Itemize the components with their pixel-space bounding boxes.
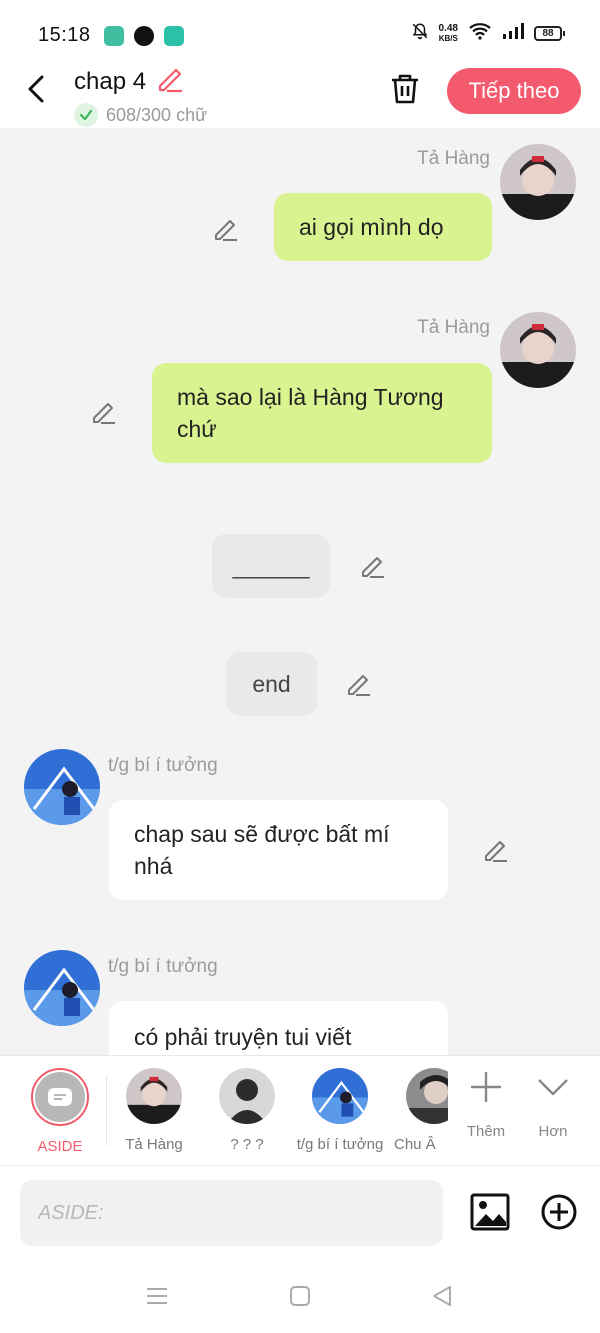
- battery-icon: 88: [534, 26, 565, 41]
- edit-message-icon[interactable]: [345, 670, 373, 698]
- edit-message-icon[interactable]: [359, 552, 387, 580]
- more-label: Hơn: [538, 1123, 568, 1140]
- narration-bubble[interactable]: ______: [212, 534, 330, 598]
- back-nav-button[interactable]: [430, 1284, 456, 1310]
- message-sender: t/g bí í tưởng: [108, 956, 218, 977]
- divider: [106, 1076, 107, 1146]
- character-name: t/g bí í tưởng: [296, 1136, 384, 1153]
- character-ta-hang[interactable]: Tả Hàng: [109, 1068, 199, 1153]
- chevron-down-icon: [538, 1079, 568, 1096]
- narration-text: ______: [232, 553, 310, 579]
- add-label: Thêm: [466, 1123, 506, 1140]
- message-text: mà sao lại là Hàng Tương chứ: [177, 384, 444, 442]
- message-sender: t/g bí í tưởng: [108, 755, 218, 776]
- network-speed: 0.48 KB/S: [438, 22, 458, 44]
- character-name: ASIDE: [37, 1138, 83, 1155]
- message-text: chap sau sẽ được bất mí nhá: [134, 821, 390, 879]
- character-name: Tả Hàng: [125, 1136, 183, 1153]
- music-app-icon: [134, 26, 154, 46]
- system-nav-bar: [0, 1260, 600, 1333]
- add-character-button[interactable]: Thêm: [456, 1070, 516, 1140]
- trash-icon: [392, 74, 418, 104]
- chat-app-icon: [164, 26, 184, 46]
- bell-off-icon: [411, 22, 429, 45]
- message-text: ai gọi mình dọ: [299, 214, 444, 240]
- message-sender: Tả Hàng: [417, 317, 490, 338]
- insert-image-button[interactable]: [470, 1192, 510, 1232]
- home-nav-button[interactable]: [288, 1284, 314, 1310]
- check-icon: [74, 103, 98, 127]
- character-avatar: [126, 1068, 182, 1124]
- next-button[interactable]: Tiếp theo: [447, 68, 581, 114]
- plus-circle-icon: [541, 1194, 577, 1230]
- character-bar: ASIDE Tả Hàng ? ? ? t/g bí í tưởng Chu Â…: [0, 1055, 600, 1165]
- narration-text: end: [252, 671, 291, 697]
- character-avatar: [219, 1068, 275, 1124]
- edit-message-icon[interactable]: [90, 398, 118, 426]
- message-text: có phải truyện tui viết: [134, 1024, 352, 1050]
- back-triangle-icon: [433, 1286, 451, 1306]
- back-button[interactable]: [20, 72, 54, 106]
- message-bubble[interactable]: có phải truyện tui viết: [109, 1001, 448, 1055]
- message-bubble[interactable]: mà sao lại là Hàng Tương chứ: [152, 363, 492, 463]
- avatar-ta-hang[interactable]: [500, 144, 576, 220]
- character-author[interactable]: t/g bí í tưởng: [295, 1068, 385, 1153]
- character-unknown[interactable]: ? ? ?: [202, 1068, 292, 1153]
- editor-header: chap 4 608/300 chữ Tiếp theo: [0, 62, 600, 128]
- aside-avatar: [31, 1068, 89, 1126]
- delete-button[interactable]: [388, 72, 422, 106]
- composer: [0, 1165, 600, 1260]
- character-avatar: [406, 1068, 448, 1124]
- message-input[interactable]: [20, 1180, 443, 1246]
- menu-icon: [147, 1288, 167, 1304]
- status-bar: 15:18 0.48 KB/S 88: [0, 0, 600, 62]
- character-avatar: [312, 1068, 368, 1124]
- narration-bubble[interactable]: end: [226, 652, 317, 716]
- word-count: 608/300 chữ: [106, 104, 208, 125]
- message-sender: Tả Hàng: [417, 148, 490, 169]
- app-notification-icon: [104, 26, 124, 46]
- status-time: 15:18: [38, 24, 91, 46]
- edit-message-icon[interactable]: [212, 215, 240, 243]
- chat-bubble-icon: [48, 1088, 72, 1106]
- add-content-button[interactable]: [540, 1193, 578, 1231]
- avatar-author[interactable]: [24, 950, 100, 1026]
- signal-icon: [502, 23, 524, 44]
- word-count-row: 608/300 chữ: [74, 103, 207, 127]
- home-square-icon: [290, 1286, 310, 1306]
- status-indicators: 0.48 KB/S 88: [411, 22, 565, 45]
- character-name: Chu Â: [394, 1136, 436, 1153]
- plus-icon: [471, 1072, 501, 1102]
- speed-unit: KB/S: [438, 33, 458, 43]
- character-name: ? ? ?: [230, 1136, 264, 1153]
- character-aside[interactable]: ASIDE: [15, 1068, 105, 1155]
- title-block: chap 4 608/300 chữ: [74, 64, 207, 127]
- chat-area[interactable]: Tả Hàng ai gọi mình dọ Tả Hàng mà sao lạ…: [0, 128, 600, 1055]
- speed-value: 0.48: [438, 22, 458, 34]
- message-bubble[interactable]: chap sau sẽ được bất mí nhá: [109, 800, 448, 900]
- character-chu-a[interactable]: Chu Â: [388, 1068, 448, 1153]
- message-bubble[interactable]: ai gọi mình dọ: [274, 193, 492, 261]
- edit-title-icon[interactable]: [155, 64, 185, 99]
- chapter-title: chap 4: [74, 67, 147, 95]
- wifi-icon: [468, 22, 492, 45]
- more-button[interactable]: Hơn: [523, 1070, 583, 1140]
- chevron-left-icon: [28, 75, 44, 103]
- edit-message-icon[interactable]: [482, 836, 510, 864]
- image-icon: [470, 1193, 510, 1231]
- avatar-author[interactable]: [24, 749, 100, 825]
- avatar-ta-hang[interactable]: [500, 312, 576, 388]
- menu-nav-button[interactable]: [145, 1284, 171, 1310]
